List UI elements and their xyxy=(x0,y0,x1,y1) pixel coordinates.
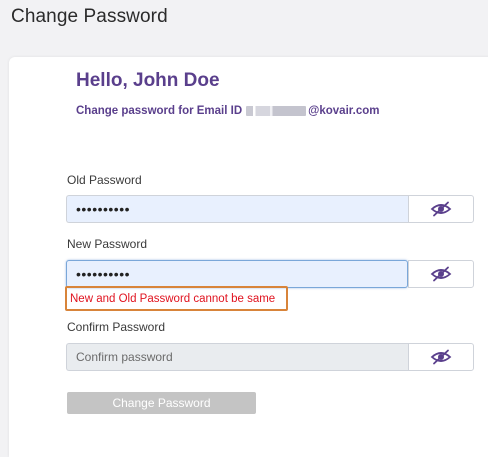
new-password-visibility-toggle[interactable] xyxy=(408,260,474,288)
change-password-button[interactable]: Change Password xyxy=(67,392,256,414)
new-password-label: New Password xyxy=(67,237,148,251)
eye-slash-icon xyxy=(430,349,452,365)
password-error-message: New and Old Password cannot be same xyxy=(65,286,288,311)
masked-email-user xyxy=(246,106,307,116)
eye-slash-icon xyxy=(430,266,452,282)
change-password-card: Hello, John Doe Change password for Emai… xyxy=(9,57,488,457)
email-line: Change password for Email ID @kovair.com xyxy=(76,105,379,117)
new-password-input[interactable]: •••••••••• xyxy=(66,260,408,288)
greeting-heading: Hello, John Doe xyxy=(76,70,220,91)
email-domain-text: @kovair.com xyxy=(308,105,380,117)
confirm-password-group: Confirm password xyxy=(66,343,474,371)
confirm-password-input[interactable]: Confirm password xyxy=(66,343,408,371)
old-password-visibility-toggle[interactable] xyxy=(408,195,474,223)
confirm-password-visibility-toggle[interactable] xyxy=(408,343,474,371)
email-prefix-text: Change password for Email ID xyxy=(76,105,243,117)
new-password-group: •••••••••• xyxy=(66,260,474,288)
old-password-input[interactable]: •••••••••• xyxy=(66,195,408,223)
page-title: Change Password xyxy=(11,6,168,27)
eye-slash-icon xyxy=(430,201,452,217)
confirm-password-label: Confirm Password xyxy=(67,320,166,334)
old-password-label: Old Password xyxy=(67,173,142,187)
old-password-group: •••••••••• xyxy=(66,195,474,223)
